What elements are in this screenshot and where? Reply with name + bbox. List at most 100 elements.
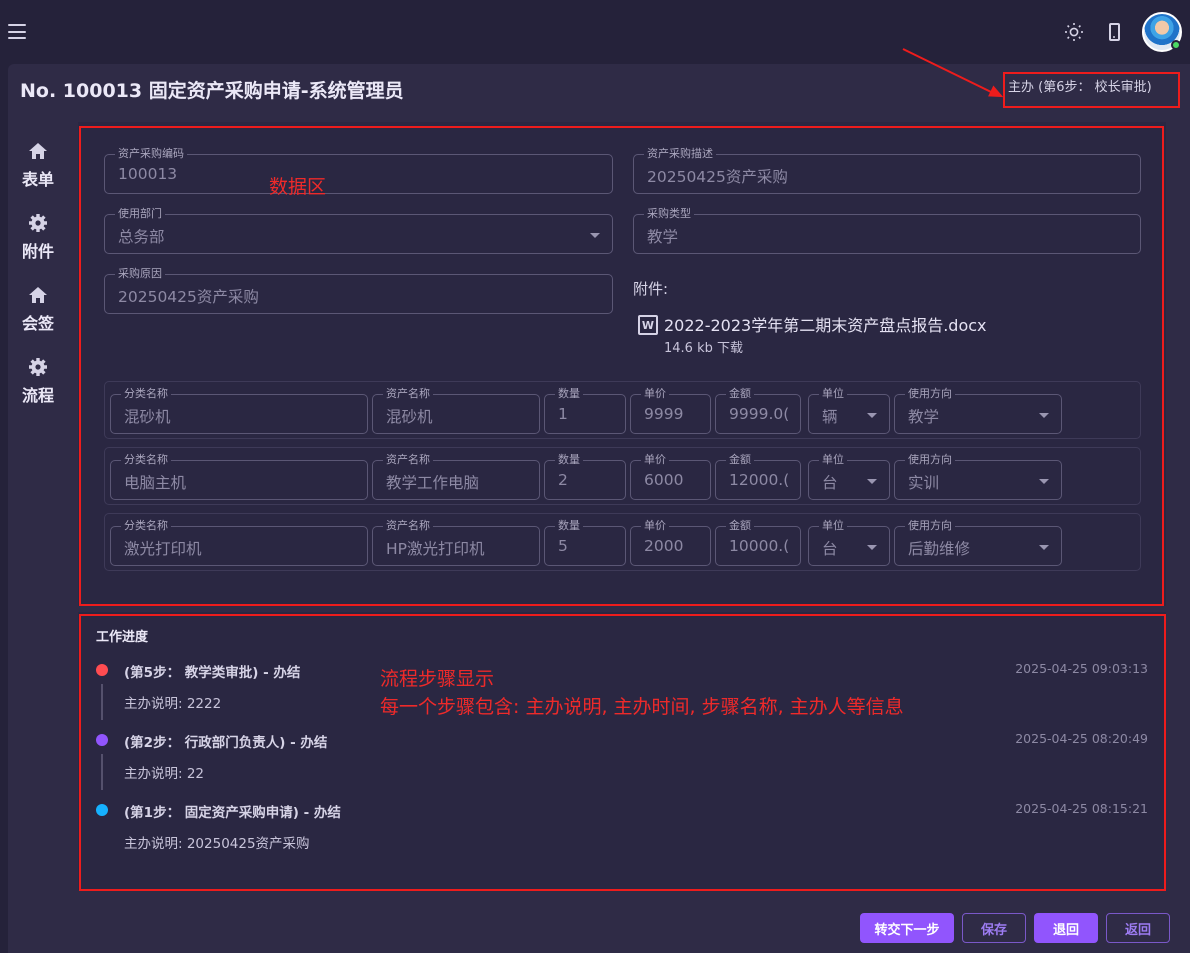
- item-name-field[interactable]: 资产名称 HP激光打印机: [372, 519, 540, 566]
- step-note: 主办说明: 20250425资产采购: [124, 836, 310, 852]
- field-value: 台: [822, 540, 838, 558]
- item-qty-field[interactable]: 数量 2: [544, 453, 626, 500]
- field-label: 资产采购编码: [115, 147, 187, 161]
- field-value: 台: [822, 474, 838, 492]
- field-value: 9999.0(: [729, 405, 790, 423]
- flow-annotation-line1: 流程步骤显示: [380, 668, 495, 690]
- step-time: 2025-04-25 08:15:21: [1015, 801, 1148, 816]
- item-unit-select[interactable]: 单位台: [808, 453, 890, 500]
- home-icon: [27, 140, 49, 162]
- timeline-connector: [101, 754, 103, 790]
- hamburger-menu-icon[interactable]: [8, 24, 26, 39]
- step-time: 2025-04-25 09:03:13: [1015, 661, 1148, 676]
- field-value: 9999: [644, 405, 684, 423]
- item-usage-select[interactable]: 使用方向 教学: [894, 387, 1062, 434]
- item-unit-select[interactable]: 单位台: [808, 519, 890, 566]
- nav-label: 附件: [21, 242, 54, 261]
- chevron-down-icon: [590, 233, 600, 238]
- nav-item-countersign[interactable]: 会签: [14, 284, 62, 334]
- nav-label: 表单: [21, 170, 54, 189]
- field-label: 使用部门: [115, 207, 165, 221]
- top-app-bar: [0, 0, 1190, 64]
- field-value: 后勤维修: [908, 540, 971, 558]
- item-amount-field[interactable]: 金额 9999.0(: [715, 387, 801, 434]
- purchase-reason-field[interactable]: 采购原因 20250425资产采购: [104, 267, 613, 314]
- field-value: 20250425资产采购: [118, 288, 259, 306]
- timeline-connector: [101, 684, 103, 720]
- step-dot: [96, 804, 108, 816]
- attachment-label: 附件:: [633, 280, 669, 298]
- field-label: 资产名称: [383, 453, 433, 467]
- nav-label: 流程: [21, 386, 54, 405]
- submit-next-step-button[interactable]: 转交下一步: [860, 913, 954, 943]
- item-category-field[interactable]: 分类名称 激光打印机: [110, 519, 368, 566]
- field-label: 采购类型: [644, 207, 694, 221]
- chevron-down-icon: [1039, 545, 1049, 550]
- step-time: 2025-04-25 08:20:49: [1015, 731, 1148, 746]
- item-category-field[interactable]: 分类名称 电脑主机: [110, 453, 368, 500]
- field-label: 数量: [555, 519, 583, 533]
- department-select[interactable]: 使用部门 总务部: [104, 207, 613, 254]
- field-value: 电脑主机: [124, 474, 187, 492]
- reject-button[interactable]: 退回: [1034, 913, 1098, 943]
- item-usage-select[interactable]: 使用方向 实训: [894, 453, 1062, 500]
- field-label: 分类名称: [121, 519, 171, 533]
- step-title: (第1步： 固定资产采购申请) - 办结: [124, 805, 341, 821]
- item-price-field[interactable]: 单价 6000: [630, 453, 711, 500]
- back-button[interactable]: 返回: [1106, 913, 1170, 943]
- field-value: 总务部: [118, 228, 165, 246]
- online-status-dot: [1171, 40, 1181, 50]
- item-unit-select[interactable]: 单位辆: [808, 387, 890, 434]
- field-value: 20250425资产采购: [647, 168, 788, 186]
- mobile-phone-icon[interactable]: [1102, 20, 1126, 44]
- save-button[interactable]: 保存: [962, 913, 1026, 943]
- home-icon: [27, 284, 49, 306]
- nav-item-form[interactable]: 表单: [14, 140, 62, 190]
- asset-desc-field[interactable]: 资产采购描述 20250425资产采购: [633, 147, 1141, 194]
- field-label: 单价: [641, 519, 669, 533]
- sun-icon[interactable]: [1062, 20, 1086, 44]
- item-price-field[interactable]: 单价 9999: [630, 387, 711, 434]
- purchase-type-field[interactable]: 采购类型 教学: [633, 207, 1141, 254]
- attachment-file-link[interactable]: 2022-2023学年第二期末资产盘点报告.docx: [664, 312, 987, 336]
- field-value: 5: [558, 537, 568, 555]
- chevron-down-icon: [867, 479, 877, 484]
- field-value: 辆: [822, 408, 838, 426]
- attachment-download-link[interactable]: 14.6 kb 下载: [664, 337, 743, 356]
- chevron-down-icon: [867, 545, 877, 550]
- field-value: 混砂机: [386, 408, 433, 426]
- field-label: 单价: [641, 453, 669, 467]
- field-label: 使用方向: [905, 519, 955, 533]
- item-name-field[interactable]: 资产名称 混砂机: [372, 387, 540, 434]
- chevron-down-icon: [1039, 479, 1049, 484]
- field-label: 数量: [555, 387, 583, 401]
- item-category-field[interactable]: 分类名称 混砂机: [110, 387, 368, 434]
- field-label: 单位: [819, 387, 847, 401]
- field-value: 2000: [644, 537, 684, 555]
- field-label: 单位: [819, 453, 847, 467]
- nav-item-workflow[interactable]: 流程: [14, 356, 62, 406]
- item-qty-field[interactable]: 数量 5: [544, 519, 626, 566]
- nav-item-attachments[interactable]: 附件: [14, 212, 62, 262]
- status-badge: 主办 (第6步： 校长审批): [1008, 80, 1152, 95]
- field-label: 金额: [726, 387, 754, 401]
- item-amount-field[interactable]: 金额 10000.(: [715, 519, 801, 566]
- item-usage-select[interactable]: 使用方向 后勤维修: [894, 519, 1062, 566]
- field-label: 分类名称: [121, 387, 171, 401]
- field-label: 分类名称: [121, 453, 171, 467]
- field-value: 教学: [908, 408, 940, 426]
- item-name-field[interactable]: 资产名称 教学工作电脑: [372, 453, 540, 500]
- gear-icon: [27, 356, 49, 378]
- step-dot: [96, 734, 108, 746]
- field-label: 采购原因: [115, 267, 165, 281]
- asset-code-field[interactable]: 资产采购编码 100013: [104, 147, 613, 194]
- field-label: 使用方向: [905, 453, 955, 467]
- item-amount-field[interactable]: 金额 12000.(: [715, 453, 801, 500]
- item-qty-field[interactable]: 数量 1: [544, 387, 626, 434]
- item-price-field[interactable]: 单价 2000: [630, 519, 711, 566]
- field-value: 1: [558, 405, 568, 423]
- word-document-icon: W: [638, 315, 658, 335]
- flow-annotation-line2: 每一个步骤包含: 主办说明, 主办时间, 步骤名称, 主办人等信息: [380, 696, 904, 718]
- avatar[interactable]: [1142, 12, 1182, 52]
- chevron-down-icon: [1039, 413, 1049, 418]
